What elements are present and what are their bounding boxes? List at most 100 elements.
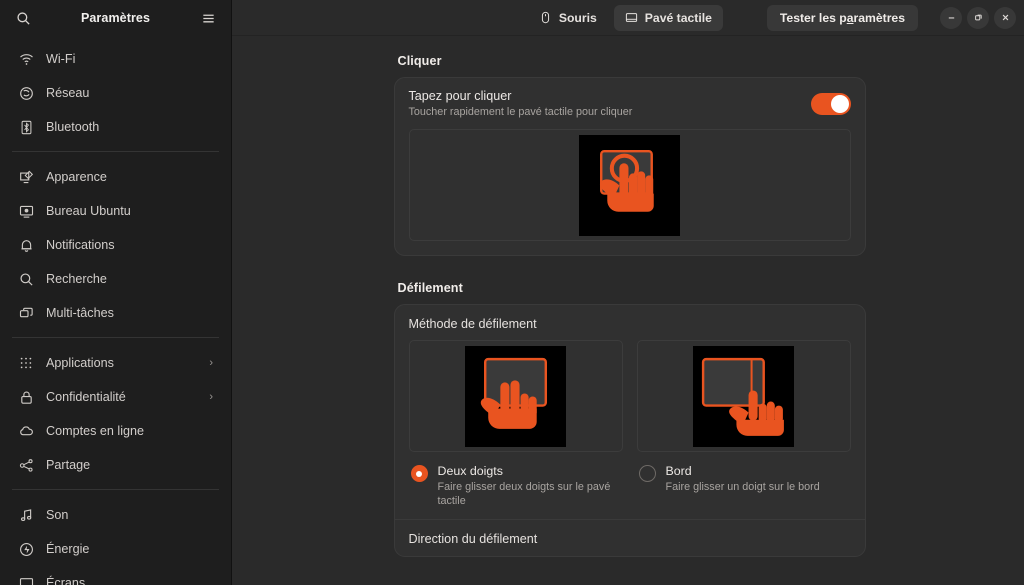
- sidebar-item-energie[interactable]: Énergie: [8, 532, 223, 566]
- search-icon[interactable]: [8, 3, 38, 33]
- maximize-button[interactable]: [967, 6, 989, 29]
- apps-grid-icon: [18, 355, 34, 371]
- tap-to-click-illustration: [579, 134, 680, 236]
- section-title-cliquer: Cliquer: [397, 54, 442, 68]
- toggle-knob: [830, 95, 849, 113]
- section-title-defilement: Défilement: [397, 281, 463, 295]
- sidebar-item-wifi[interactable]: Wi-Fi: [8, 42, 223, 76]
- sidebar-divider: [12, 337, 219, 338]
- chevron-right-icon: ›: [209, 357, 213, 369]
- hamburger-menu-icon[interactable]: [193, 3, 223, 33]
- sidebar-item-label: Apparence: [46, 170, 107, 184]
- scroll-option-deux-doigts[interactable]: Deux doigts Faire glisser deux doigts su…: [408, 340, 623, 519]
- ubuntu-desktop-icon: [18, 203, 34, 219]
- window-controls: [940, 6, 1016, 29]
- sidebar-item-label: Partage: [46, 458, 91, 472]
- sidebar-item-label: Énergie: [46, 542, 90, 556]
- sidebar-item-label: Bureau Ubuntu: [46, 204, 131, 218]
- radio-title: Deux doigts: [437, 464, 503, 478]
- settings-pane: Cliquer Tapez pour cliquer Toucher rapid…: [391, 54, 866, 557]
- sidebar-item-son[interactable]: Son: [8, 498, 223, 532]
- sidebar-item-bureau-ubuntu[interactable]: Bureau Ubuntu: [8, 194, 223, 228]
- appearance-icon: [18, 169, 34, 185]
- tab-label: Pavé tactile: [644, 10, 712, 25]
- sidebar-item-label: Recherche: [46, 272, 107, 286]
- scroll-method-label: Méthode de défilement: [408, 317, 537, 331]
- settings-window: Paramètres Wi-Fi Réseau Bluetooth Appare…: [0, 0, 1024, 585]
- content-area: Souris Pavé tactile Tester les p a ramètre…: [232, 0, 1024, 585]
- radio-row-bord[interactable]: Bord Faire glisser un doigt sur le bord: [637, 452, 851, 505]
- tap-to-click-subtitle: Toucher rapidement le pavé tactile pour …: [408, 106, 633, 118]
- edge-illustration-frame: [636, 340, 851, 452]
- test-button-suffix: ramètres: [853, 10, 906, 25]
- test-settings-button[interactable]: Tester les p a ramètres: [766, 4, 918, 31]
- scroll-method-choices: Deux doigts Faire glisser deux doigts su…: [395, 340, 865, 519]
- sound-note-icon: [18, 507, 34, 523]
- test-button-mnemonic: a: [846, 10, 854, 25]
- sidebar-item-label: Applications: [46, 356, 114, 370]
- search-icon: [18, 271, 34, 287]
- sidebar-item-confidentialite[interactable]: Confidentialité ›: [8, 380, 223, 414]
- sidebar-item-reseau[interactable]: Réseau: [8, 76, 223, 110]
- tap-to-click-title: Tapez pour cliquer: [408, 89, 512, 103]
- mouse-icon: [539, 11, 552, 24]
- sidebar-item-label: Notifications: [46, 238, 115, 252]
- wifi-icon: [18, 51, 34, 67]
- minimize-button[interactable]: [940, 6, 962, 29]
- touchpad-icon: [625, 11, 638, 24]
- sidebar-divider: [12, 489, 219, 490]
- tab-label: Souris: [558, 10, 597, 25]
- test-button-prefix: Tester les p: [779, 10, 847, 25]
- sidebar: Paramètres Wi-Fi Réseau Bluetooth Appare…: [0, 0, 232, 585]
- radio-bord[interactable]: [638, 465, 656, 482]
- sidebar-item-label: Comptes en ligne: [46, 424, 145, 438]
- chevron-right-icon: ›: [209, 391, 213, 403]
- radio-deux-doigts[interactable]: [410, 465, 428, 482]
- sidebar-item-notifications[interactable]: Notifications: [8, 228, 223, 262]
- sidebar-item-label: Réseau: [46, 86, 90, 100]
- edge-scroll-illustration: [693, 345, 794, 447]
- sidebar-item-label: Bluetooth: [46, 120, 100, 134]
- cloud-icon: [18, 423, 34, 439]
- radio-row-deux-doigts[interactable]: Deux doigts Faire glisser deux doigts su…: [409, 452, 623, 519]
- lock-icon: [18, 389, 34, 405]
- radio-subtitle: Faire glisser un doigt sur le bord: [665, 481, 820, 493]
- power-icon: [18, 541, 34, 557]
- scroll-option-bord[interactable]: Bord Faire glisser un doigt sur le bord: [636, 340, 851, 519]
- sidebar-item-bluetooth[interactable]: Bluetooth: [8, 110, 223, 144]
- sidebar-item-apparence[interactable]: Apparence: [8, 160, 223, 194]
- sidebar-item-multitaches[interactable]: Multi-tâches: [8, 296, 223, 330]
- sidebar-item-comptes-en-ligne[interactable]: Comptes en ligne: [8, 414, 223, 448]
- share-icon: [18, 457, 34, 473]
- sidebar-item-recherche[interactable]: Recherche: [8, 262, 223, 296]
- sidebar-divider: [12, 151, 219, 152]
- sidebar-nav-list: Wi-Fi Réseau Bluetooth Apparence Bureau …: [0, 36, 231, 585]
- display-monitor-icon: [18, 575, 34, 585]
- settings-scroll-area[interactable]: Cliquer Tapez pour cliquer Toucher rapid…: [232, 36, 1024, 585]
- radio-title: Bord: [665, 464, 692, 478]
- tap-to-click-toggle[interactable]: [810, 93, 851, 115]
- sidebar-item-label: Wi-Fi: [46, 52, 76, 66]
- sidebar-item-applications[interactable]: Applications ›: [8, 346, 223, 380]
- tab-pave-tactile[interactable]: Pavé tactile: [613, 4, 723, 31]
- scroll-method-card: Méthode de défilement Deux doigts Faire …: [393, 304, 866, 557]
- bell-icon: [18, 237, 34, 253]
- tap-to-click-card: Tapez pour cliquer Toucher rapidement le…: [393, 77, 866, 256]
- close-button[interactable]: [994, 6, 1016, 29]
- multitasking-icon: [18, 305, 34, 321]
- sidebar-item-ecrans[interactable]: Écrans: [8, 566, 223, 585]
- two-finger-scroll-illustration: [465, 345, 566, 447]
- sidebar-item-label: Son: [46, 508, 69, 522]
- device-tabs: Souris Pavé tactile: [528, 4, 723, 31]
- tap-to-click-illustration-frame: [408, 129, 851, 241]
- scroll-direction-label: Direction du défilement: [408, 532, 538, 546]
- tab-souris[interactable]: Souris: [528, 5, 608, 31]
- network-icon: [18, 85, 34, 101]
- sidebar-item-label: Confidentialité: [46, 390, 126, 404]
- sidebar-item-partage[interactable]: Partage: [8, 448, 223, 482]
- radio-subtitle: Faire glisser deux doigts sur le pavé ta…: [437, 481, 611, 507]
- sidebar-title: Paramètres: [80, 11, 151, 25]
- sidebar-item-label: Multi-tâches: [46, 306, 114, 320]
- two-finger-illustration-frame: [408, 340, 623, 452]
- sidebar-item-label: Écrans: [46, 576, 86, 585]
